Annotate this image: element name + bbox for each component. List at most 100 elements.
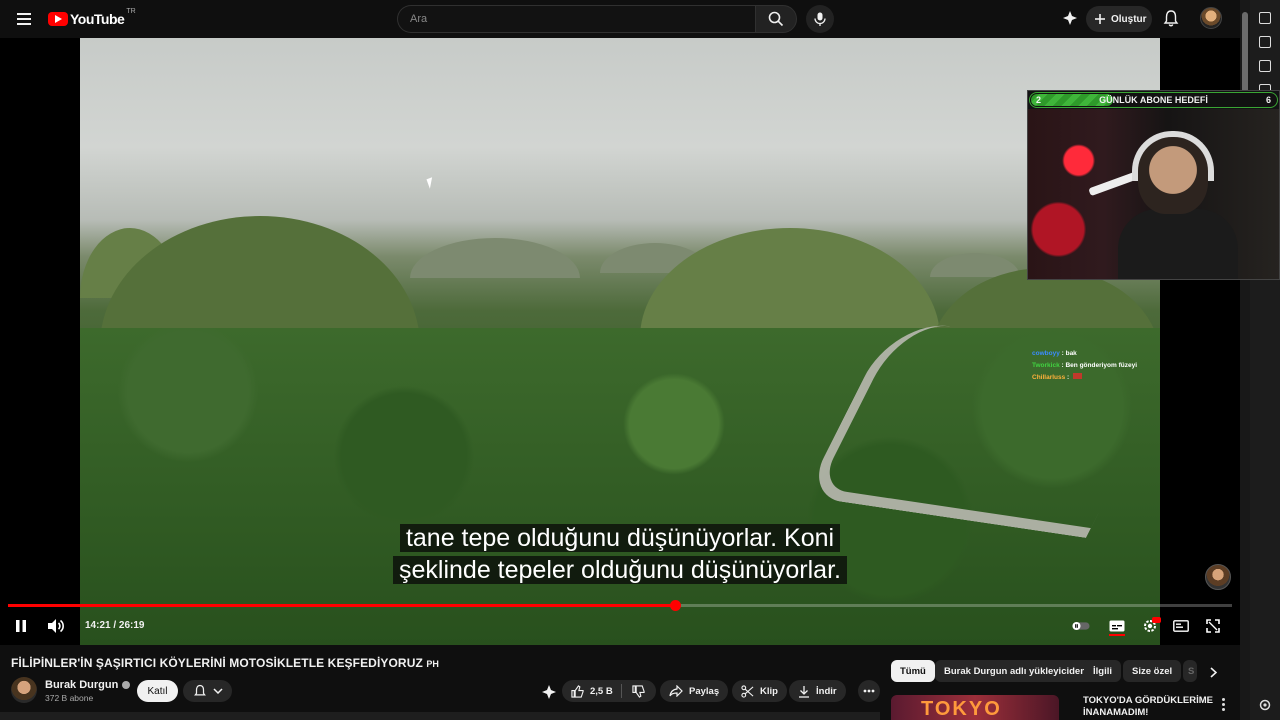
captions-active-indicator bbox=[1109, 634, 1125, 636]
goal-label: GÜNLÜK ABONE HEDEFİ bbox=[1099, 95, 1208, 105]
chat-message: Chillarluss : bbox=[1032, 372, 1162, 384]
plus-icon bbox=[1095, 14, 1105, 24]
account-avatar[interactable] bbox=[1200, 7, 1222, 29]
captions: tane tepe olduğunu düşünüyorlar. Koni şe… bbox=[380, 522, 860, 586]
fullscreen-icon bbox=[1206, 619, 1220, 633]
note-icon[interactable] bbox=[1259, 60, 1271, 72]
chip-overflow[interactable]: S bbox=[1183, 660, 1197, 682]
autoplay-icon bbox=[1072, 621, 1090, 631]
search-box bbox=[397, 5, 755, 33]
masthead: YouTube TR Oluştur bbox=[0, 0, 1240, 38]
menu-icon[interactable] bbox=[12, 7, 36, 31]
time-separator: / bbox=[110, 620, 119, 631]
chat-message: cowboyy : bak bbox=[1032, 350, 1077, 357]
chat-username: Tworkick bbox=[1032, 362, 1060, 369]
bell-icon bbox=[193, 684, 206, 696]
voice-search-button[interactable] bbox=[806, 5, 834, 33]
miniplayer-button[interactable] bbox=[1172, 617, 1190, 635]
search-input[interactable] bbox=[398, 6, 755, 32]
more-horizontal-icon bbox=[863, 689, 875, 693]
download-icon bbox=[799, 685, 809, 698]
download-label: İndir bbox=[816, 685, 837, 697]
scissors-icon bbox=[741, 684, 754, 698]
description-box-edge bbox=[0, 712, 880, 720]
miniplayer-icon bbox=[1173, 620, 1189, 632]
streamer-camera bbox=[1028, 109, 1279, 279]
video-frame[interactable]: tane tepe olduğunu düşünüyorlar. Koni şe… bbox=[80, 38, 1160, 645]
fullscreen-button[interactable] bbox=[1204, 617, 1222, 635]
dislike-button[interactable] bbox=[632, 684, 645, 698]
goal-target: 6 bbox=[1265, 95, 1271, 105]
video-title: FİLİPİNLER'İN ŞAŞIRTICI KÖYLERİNİ MOTOSİ… bbox=[11, 656, 439, 670]
chat-text: bak bbox=[1065, 350, 1077, 357]
video-title-text: FİLİPİNLER'İN ŞAŞIRTICI KÖYLERİNİ MOTOSİ… bbox=[11, 656, 423, 670]
captions-icon bbox=[1109, 620, 1125, 632]
chip-all[interactable]: Tümü bbox=[891, 660, 935, 682]
share-icon bbox=[669, 685, 683, 697]
subtitles-button[interactable] bbox=[1108, 617, 1126, 636]
related-video-thumbnail[interactable]: TOKYO bbox=[891, 695, 1059, 720]
hill bbox=[640, 228, 940, 338]
share-label: Paylaş bbox=[689, 685, 720, 697]
hd-badge bbox=[1152, 617, 1161, 623]
pause-button[interactable] bbox=[12, 617, 30, 635]
more-actions-button[interactable] bbox=[858, 680, 880, 702]
pause-icon bbox=[16, 620, 26, 632]
chat-username: cowboyy bbox=[1032, 350, 1060, 357]
subscriber-count: 372 B abone bbox=[45, 693, 94, 703]
chip-for-you[interactable]: Size özel bbox=[1123, 660, 1182, 682]
like-button[interactable]: 2,5 B bbox=[571, 684, 622, 698]
sparkle-icon[interactable] bbox=[541, 684, 557, 700]
country-flag: PH bbox=[426, 659, 440, 669]
chips-next-button[interactable] bbox=[1205, 664, 1221, 680]
far-hill bbox=[410, 238, 580, 278]
thumbs-down-icon bbox=[632, 684, 645, 698]
related-video-menu-icon[interactable] bbox=[1218, 696, 1228, 712]
verified-check-icon bbox=[122, 681, 131, 689]
notifications-bell-icon[interactable] bbox=[1162, 9, 1180, 27]
extension-icon[interactable] bbox=[1259, 12, 1271, 24]
related-video-title[interactable]: TOKYO'DA GÖRDÜKLERİME İNANAMADIM! bbox=[1083, 695, 1213, 719]
volume-icon bbox=[48, 619, 64, 633]
chevron-right-icon bbox=[1209, 666, 1217, 678]
stream-chat: cowboyy : bak Tworkick : Ben gönderiyom … bbox=[1032, 348, 1162, 384]
settings-gear-icon[interactable] bbox=[1258, 698, 1272, 712]
caption-line-2: şeklinde tepeler olduğunu düşünüyorlar. bbox=[393, 556, 847, 584]
share-button[interactable]: Paylaş bbox=[660, 680, 729, 702]
microphone-icon bbox=[814, 12, 826, 26]
thumbs-up-icon bbox=[571, 684, 584, 698]
logo-region: TR bbox=[126, 8, 136, 15]
chip-related[interactable]: İlgili bbox=[1084, 660, 1121, 682]
sparkle-extension-icon[interactable] bbox=[1062, 10, 1078, 26]
subscriber-goal-bar: 2 GÜNLÜK ABONE HEDEFİ 6 bbox=[1029, 92, 1278, 108]
channel-name-link[interactable]: Burak Durgun bbox=[45, 679, 131, 691]
join-button[interactable]: Katıl bbox=[137, 680, 178, 702]
logo-text: YouTube bbox=[70, 11, 125, 27]
download-button[interactable]: İndir bbox=[789, 680, 846, 702]
youtube-logo[interactable]: YouTube TR bbox=[48, 8, 136, 28]
subscription-bell-button[interactable] bbox=[183, 680, 232, 702]
create-label: Oluştur bbox=[1111, 13, 1147, 25]
thumbnail-text: TOKYO bbox=[921, 698, 1002, 720]
create-button[interactable]: Oluştur bbox=[1086, 6, 1152, 32]
webcam-overlay: 2 GÜNLÜK ABONE HEDEFİ 6 bbox=[1027, 90, 1280, 280]
progress-scrubber[interactable] bbox=[670, 600, 681, 611]
chat-text: Ben gönderiyom füzeyi bbox=[1065, 362, 1137, 369]
mute-button[interactable] bbox=[47, 617, 65, 635]
autoplay-toggle[interactable] bbox=[1072, 617, 1090, 635]
wallet-icon[interactable] bbox=[1259, 36, 1271, 48]
chevron-down-icon bbox=[212, 688, 223, 694]
chip-from-uploader[interactable]: Burak Durgun adlı yükleyiciden bbox=[935, 660, 1096, 682]
chat-username: Chillarluss bbox=[1032, 374, 1066, 381]
goal-current: 2 bbox=[1036, 95, 1042, 105]
settings-button[interactable] bbox=[1141, 617, 1161, 635]
clip-label: Klip bbox=[760, 685, 778, 697]
like-count: 2,5 B bbox=[590, 685, 613, 697]
search-icon bbox=[768, 11, 784, 27]
streamer-body bbox=[1118, 209, 1238, 279]
channel-watermark-avatar[interactable] bbox=[1205, 564, 1231, 590]
mouse-cursor-icon bbox=[426, 177, 436, 189]
channel-avatar[interactable] bbox=[11, 677, 37, 703]
search-button[interactable] bbox=[755, 5, 797, 33]
clip-button[interactable]: Klip bbox=[732, 680, 787, 702]
